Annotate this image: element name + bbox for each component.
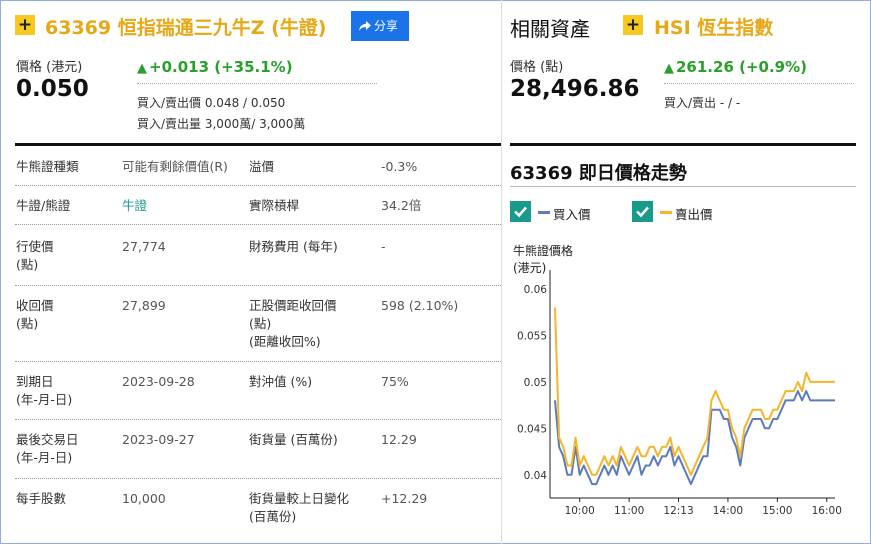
detail-value: 27,899 — [122, 298, 166, 313]
y-tick-label: 0.05 — [524, 377, 547, 389]
warrant-change-value: +0.013 (+35.1%) — [149, 58, 293, 76]
share-arrow-icon — [359, 21, 371, 31]
detail-value: 可能有剩餘價值(R) — [122, 159, 228, 174]
detail-label: 街貨量 (百萬份) — [249, 432, 338, 447]
ask-legend-swatch — [660, 211, 672, 214]
x-tick-label: 16:00 — [812, 505, 842, 517]
section-rule — [510, 143, 856, 146]
detail-value: 2023-09-27 — [122, 432, 195, 447]
up-triangle-icon: ▲ — [137, 61, 147, 76]
ask-price-line — [554, 307, 835, 476]
detail-value: 75% — [381, 374, 409, 389]
detail-label: 財務費用 (每年) — [249, 239, 338, 254]
related-change-value: 261.26 (+0.9%) — [676, 58, 807, 76]
detail-label: 街貨量較上日變化 (百萬份) — [249, 491, 350, 524]
detail-value: 2023-09-28 — [122, 374, 195, 389]
related-asset-heading: 相關資產 — [510, 17, 590, 41]
y-tick-label: 0.045 — [517, 423, 547, 435]
detail-value: 牛證 — [122, 198, 148, 213]
detail-value: -0.3% — [381, 159, 418, 174]
detail-label: 行使價 (點) — [16, 239, 54, 272]
related-price-label: 價格 (點) — [510, 60, 564, 75]
bid-ask-price: 買入/賣出價 0.048 / 0.050 — [137, 96, 286, 110]
detail-label: 牛熊證種類 — [16, 159, 79, 174]
detail-label: 最後交易日 (年-月-日) — [16, 432, 79, 465]
section-rule — [15, 143, 501, 146]
y-tick-label: 0.04 — [524, 470, 548, 482]
warrant-change: ▲ +0.013 (+35.1%) — [137, 58, 293, 76]
share-label: 分享 — [374, 19, 399, 33]
detail-label: 收回價 (點) — [16, 298, 54, 331]
bid-price-line — [554, 390, 835, 486]
detail-value: 34.2倍 — [381, 198, 422, 213]
warrant-price: 0.050 — [16, 76, 89, 102]
x-tick-label: 10:00 — [565, 505, 595, 517]
related-price: 28,496.86 — [510, 76, 640, 102]
detail-label: 對沖值 (%) — [249, 374, 313, 389]
detail-value: 27,774 — [122, 239, 166, 254]
related-change: ▲ 261.26 (+0.9%) — [664, 58, 807, 76]
detail-label: 每手股數 — [16, 491, 67, 506]
related-asset-name[interactable]: HSI 恆生指數 — [654, 13, 773, 40]
detail-label: 實際槓桿 — [249, 198, 300, 213]
y-tick-label: 0.06 — [524, 284, 548, 296]
detail-value: 12.29 — [381, 432, 417, 447]
row-separator — [15, 285, 501, 286]
check-icon — [636, 206, 649, 218]
detail-label: 正股價距收回價 (點) (距離收回%) — [249, 298, 337, 349]
x-tick-label: 14:00 — [713, 505, 743, 517]
bid-legend-label: 買入價 — [553, 207, 591, 222]
divider — [664, 83, 854, 84]
check-icon — [514, 206, 527, 218]
bid-ask-volume: 買入/賣出量 3,000萬/ 3,000萬 — [137, 117, 306, 131]
detail-value: 10,000 — [122, 491, 166, 506]
chart-title: 63369 即日價格走勢 — [510, 163, 687, 184]
x-tick-label: 12:13 — [663, 505, 693, 517]
detail-label: 溢價 — [249, 159, 275, 174]
detail-label: 牛證/熊證 — [16, 198, 71, 213]
detail-value: - — [381, 239, 386, 254]
detail-value: 598 (2.10%) — [381, 298, 459, 313]
column-divider — [501, 0, 502, 544]
price-chart: 0.06 0.055 0.05 0.045 0.04 10:00 11:00 12:13 14:… — [517, 270, 842, 517]
bid-checkbox[interactable] — [510, 201, 531, 222]
divider — [510, 186, 856, 187]
bid-legend-swatch — [538, 211, 550, 214]
y-tick-label: 0.055 — [517, 330, 547, 342]
x-tick-label: 11:00 — [614, 505, 644, 517]
row-separator — [15, 224, 501, 225]
related-bid-ask: 買入/賣出 - / - — [664, 96, 741, 110]
add-watchlist-icon[interactable]: + — [15, 15, 35, 35]
ask-checkbox[interactable] — [632, 201, 653, 222]
price-label: 價格 (港元) — [16, 60, 83, 75]
up-triangle-icon: ▲ — [664, 61, 674, 76]
row-separator — [15, 419, 501, 420]
detail-label: 到期日 (年-月-日) — [16, 374, 73, 407]
divider — [137, 83, 377, 84]
add-related-icon[interactable]: + — [623, 15, 643, 35]
row-separator — [15, 478, 501, 479]
x-tick-label: 15:00 — [762, 505, 792, 517]
row-separator — [15, 361, 501, 362]
row-separator — [15, 185, 501, 186]
share-button[interactable]: 分享 — [351, 11, 409, 41]
ask-legend-label: 賣出價 — [675, 207, 713, 222]
detail-value: +12.29 — [381, 491, 428, 506]
warrant-title: 63369 恒指瑞通三九牛Z (牛證) — [45, 17, 327, 39]
